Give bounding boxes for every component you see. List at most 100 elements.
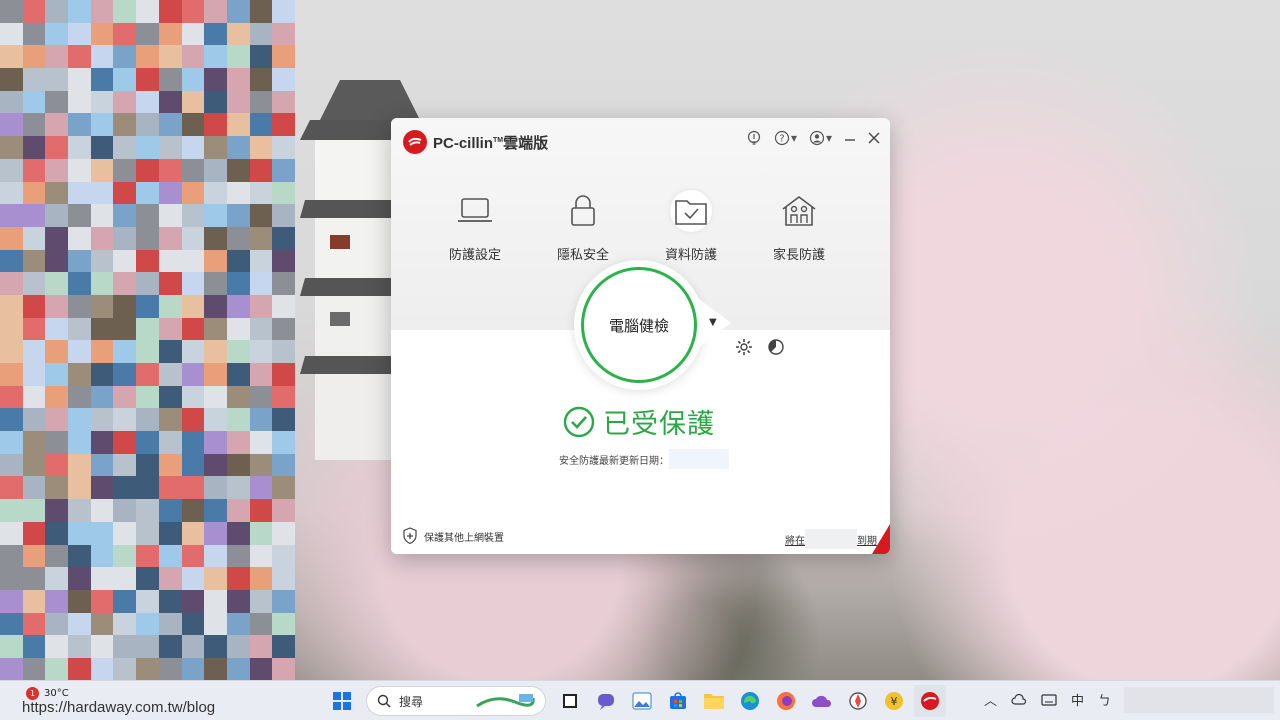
feature-data-protection[interactable]: 資料防護 (637, 190, 745, 263)
mosaic-cell (68, 204, 91, 227)
taskbar-search[interactable]: 搜尋 (366, 686, 546, 716)
mosaic-cell (90, 249, 114, 273)
mosaic-cell (22, 385, 46, 409)
firefox-button[interactable] (770, 685, 802, 717)
protect-other-devices-link[interactable]: 保護其他上網裝置 (402, 527, 504, 545)
search-placeholder: 搜尋 (399, 694, 424, 709)
mosaic-cell (68, 249, 91, 273)
mosaic-cell (113, 612, 137, 636)
mosaic-cell (68, 589, 91, 613)
mosaic-cell (204, 453, 227, 477)
teams-chat-button[interactable] (590, 685, 622, 717)
mosaic-cell (45, 249, 69, 273)
account-button[interactable]: ▾ (809, 130, 832, 146)
mosaic-cell (226, 657, 250, 680)
mosaic-cell (45, 657, 69, 680)
mosaic-cell (22, 635, 46, 658)
mosaic-cell (45, 635, 69, 658)
mosaic-cell (226, 204, 250, 227)
mosaic-cell (22, 272, 46, 295)
mosaic-cell (158, 499, 182, 522)
feature-label: 資料防護 (664, 248, 717, 263)
edge-button[interactable] (734, 685, 766, 717)
cloud-icon (812, 695, 832, 707)
mosaic-cell (226, 181, 250, 205)
mosaic-cell (204, 317, 227, 341)
scan-report-button[interactable] (767, 338, 785, 360)
feature-protection-settings[interactable]: 防護設定 (421, 190, 529, 263)
mosaic-cell (158, 385, 182, 409)
pc-cillin-taskbar-button[interactable] (914, 685, 946, 717)
mosaic-cell (45, 226, 69, 250)
mosaic-cell (45, 317, 69, 341)
blog-watermark: https://hardaway.com.tw/blog (22, 699, 216, 716)
tips-button[interactable] (746, 130, 762, 146)
mosaic-cell (90, 22, 114, 46)
mosaic-cell (158, 204, 182, 227)
mosaic-cell (181, 589, 205, 613)
mosaic-cell (181, 499, 205, 522)
mosaic-cell (68, 0, 91, 23)
photos-button[interactable] (626, 685, 658, 717)
mosaic-cell (113, 544, 137, 568)
help-button[interactable]: ? ▾ (774, 130, 797, 146)
mosaic-cell (45, 113, 69, 137)
mosaic-cell (158, 476, 182, 500)
mosaic-cell (249, 90, 273, 114)
input-language-indicator[interactable]: 中 (1071, 690, 1084, 709)
scan-options-dropdown-icon[interactable]: ▼ (709, 317, 717, 328)
scan-button[interactable]: 電腦健檢 (581, 267, 697, 383)
mosaic-cell (226, 68, 250, 91)
task-view-button[interactable] (554, 685, 586, 717)
mosaic-cell (68, 431, 91, 454)
mosaic-cell (68, 521, 91, 545)
mosaic-cell (181, 45, 205, 69)
mosaic-cell (68, 499, 91, 522)
mosaic-cell (181, 317, 205, 341)
app-button-7[interactable] (842, 685, 874, 717)
mosaic-cell (136, 249, 159, 273)
mosaic-cell (90, 90, 114, 114)
close-button[interactable] (868, 132, 880, 144)
tray-expand-icon[interactable]: ︿ (984, 690, 997, 709)
app-button-8[interactable]: ¥ (878, 685, 910, 717)
laptop-icon (454, 190, 496, 232)
minimize-button[interactable] (844, 132, 856, 144)
feature-menu: 防護設定 隱私安全 資料防護 家長防護 (421, 190, 861, 263)
app-name-text: PC-cillin (433, 134, 494, 152)
mosaic-cell (249, 45, 273, 69)
mosaic-cell (249, 385, 273, 409)
mosaic-cell (68, 226, 91, 250)
store-button[interactable] (662, 685, 694, 717)
keyboard-icon[interactable] (1041, 693, 1057, 706)
edge-icon (741, 692, 759, 710)
feature-parental-controls[interactable]: 家長防護 (745, 190, 853, 263)
store-icon (670, 692, 686, 709)
mosaic-cell (158, 317, 182, 341)
mosaic-cell (158, 249, 182, 273)
file-explorer-button[interactable] (698, 685, 730, 717)
ime-mode-indicator[interactable]: ㄅ (1098, 690, 1111, 709)
mosaic-cell (136, 363, 159, 386)
mosaic-cell (113, 476, 137, 500)
mosaic-cell (0, 453, 23, 477)
scan-settings-button[interactable] (735, 338, 753, 360)
subscription-expiry-link[interactable]: 將在 到期 (785, 529, 877, 549)
mosaic-cell (22, 408, 46, 432)
mosaic-cell (226, 340, 250, 363)
start-button[interactable] (326, 685, 358, 717)
onedrive-tray-icon[interactable] (1011, 693, 1027, 706)
feature-privacy[interactable]: 隱私安全 (529, 190, 637, 263)
mosaic-cell (204, 45, 227, 69)
close-icon (868, 132, 880, 144)
mosaic-cell (22, 181, 46, 205)
mosaic-cell (181, 408, 205, 432)
mosaic-cell (90, 431, 114, 454)
mosaic-cell (0, 385, 23, 409)
onedrive-button[interactable] (806, 685, 838, 717)
mosaic-cell (158, 340, 182, 363)
mosaic-cell (158, 544, 182, 568)
mosaic-cell (136, 272, 159, 295)
mosaic-cell (0, 589, 23, 613)
mosaic-cell (204, 68, 227, 91)
